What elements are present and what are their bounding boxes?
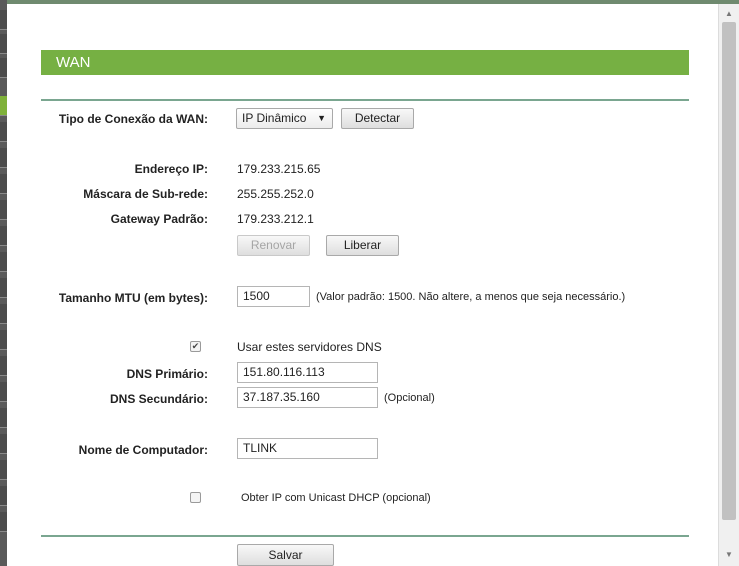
- nav-segment[interactable]: [0, 174, 7, 194]
- dns-secondary-label: DNS Secundário:: [109, 392, 208, 406]
- nav-segment[interactable]: [0, 434, 7, 454]
- connection-type-value: IP Dinâmico: [242, 111, 307, 125]
- router-settings-window: WAN Tipo de Conexão da WAN: IP Dinâmico …: [0, 0, 739, 566]
- top-divider: [41, 99, 689, 101]
- nav-segment[interactable]: [0, 58, 7, 78]
- nav-segment[interactable]: [0, 200, 7, 220]
- connection-type-label: Tipo de Conexão da WAN:: [58, 112, 208, 126]
- scroll-down-icon[interactable]: ▼: [719, 547, 739, 563]
- nav-segment[interactable]: [0, 304, 7, 324]
- dropdown-arrow-icon: ▼: [317, 113, 326, 123]
- bottom-divider: [41, 535, 689, 537]
- ip-address-label: Endereço IP:: [134, 162, 208, 176]
- subnet-mask-label: Máscara de Sub-rede:: [83, 187, 208, 201]
- detect-button[interactable]: Detectar: [341, 108, 414, 129]
- nav-segment[interactable]: [0, 460, 7, 480]
- nav-segment[interactable]: [0, 226, 7, 246]
- unicast-dhcp-checkbox[interactable]: [190, 492, 201, 503]
- vertical-scrollbar[interactable]: ▲ ▼: [718, 4, 739, 566]
- gateway-value: 179.233.212.1: [237, 212, 314, 226]
- dns-secondary-input[interactable]: 37.187.35.160: [237, 387, 378, 408]
- dns-secondary-optional-hint: (Opcional): [384, 392, 435, 404]
- nav-segment[interactable]: [0, 122, 7, 142]
- nav-segment[interactable]: [0, 278, 7, 298]
- scroll-thumb[interactable]: [722, 22, 736, 520]
- nav-segment[interactable]: [0, 252, 7, 272]
- nav-segment[interactable]: [0, 34, 7, 54]
- use-dns-label: Usar estes servidores DNS: [237, 340, 382, 354]
- nav-segment[interactable]: [0, 330, 7, 350]
- connection-type-select[interactable]: IP Dinâmico ▼: [236, 108, 333, 129]
- nav-segment-active[interactable]: [0, 96, 7, 116]
- nav-segment[interactable]: [0, 486, 7, 506]
- nav-segment[interactable]: [0, 356, 7, 376]
- release-button[interactable]: Liberar: [326, 235, 399, 256]
- gateway-label: Gateway Padrão:: [110, 212, 208, 226]
- dns-primary-label: DNS Primário:: [126, 367, 208, 381]
- nav-segment[interactable]: [0, 512, 7, 532]
- nav-segment[interactable]: [0, 382, 7, 402]
- host-name-input[interactable]: TLINK: [237, 438, 378, 459]
- scroll-up-icon[interactable]: ▲: [719, 6, 739, 22]
- mtu-hint: (Valor padrão: 1500. Não altere, a menos…: [316, 291, 626, 303]
- dns-primary-input[interactable]: 151.80.116.113: [237, 362, 378, 383]
- wan-settings-panel: WAN Tipo de Conexão da WAN: IP Dinâmico …: [8, 4, 718, 566]
- section-header: WAN: [41, 50, 689, 75]
- mtu-label: Tamanho MTU (em bytes):: [58, 291, 208, 305]
- save-button[interactable]: Salvar: [237, 544, 334, 566]
- nav-segment[interactable]: [0, 10, 7, 30]
- left-navigation-strip: [0, 0, 7, 566]
- use-dns-checkbox[interactable]: ✔: [190, 341, 201, 352]
- host-name-label: Nome de Computador:: [78, 443, 208, 457]
- ip-address-value: 179.233.215.65: [237, 162, 321, 176]
- subnet-mask-value: 255.255.252.0: [237, 187, 314, 201]
- renew-button[interactable]: Renovar: [237, 235, 310, 256]
- nav-segment[interactable]: [0, 148, 7, 168]
- unicast-dhcp-label: Obter IP com Unicast DHCP (opcional): [241, 492, 431, 504]
- mtu-input[interactable]: 1500: [237, 286, 310, 307]
- nav-segment[interactable]: [0, 408, 7, 428]
